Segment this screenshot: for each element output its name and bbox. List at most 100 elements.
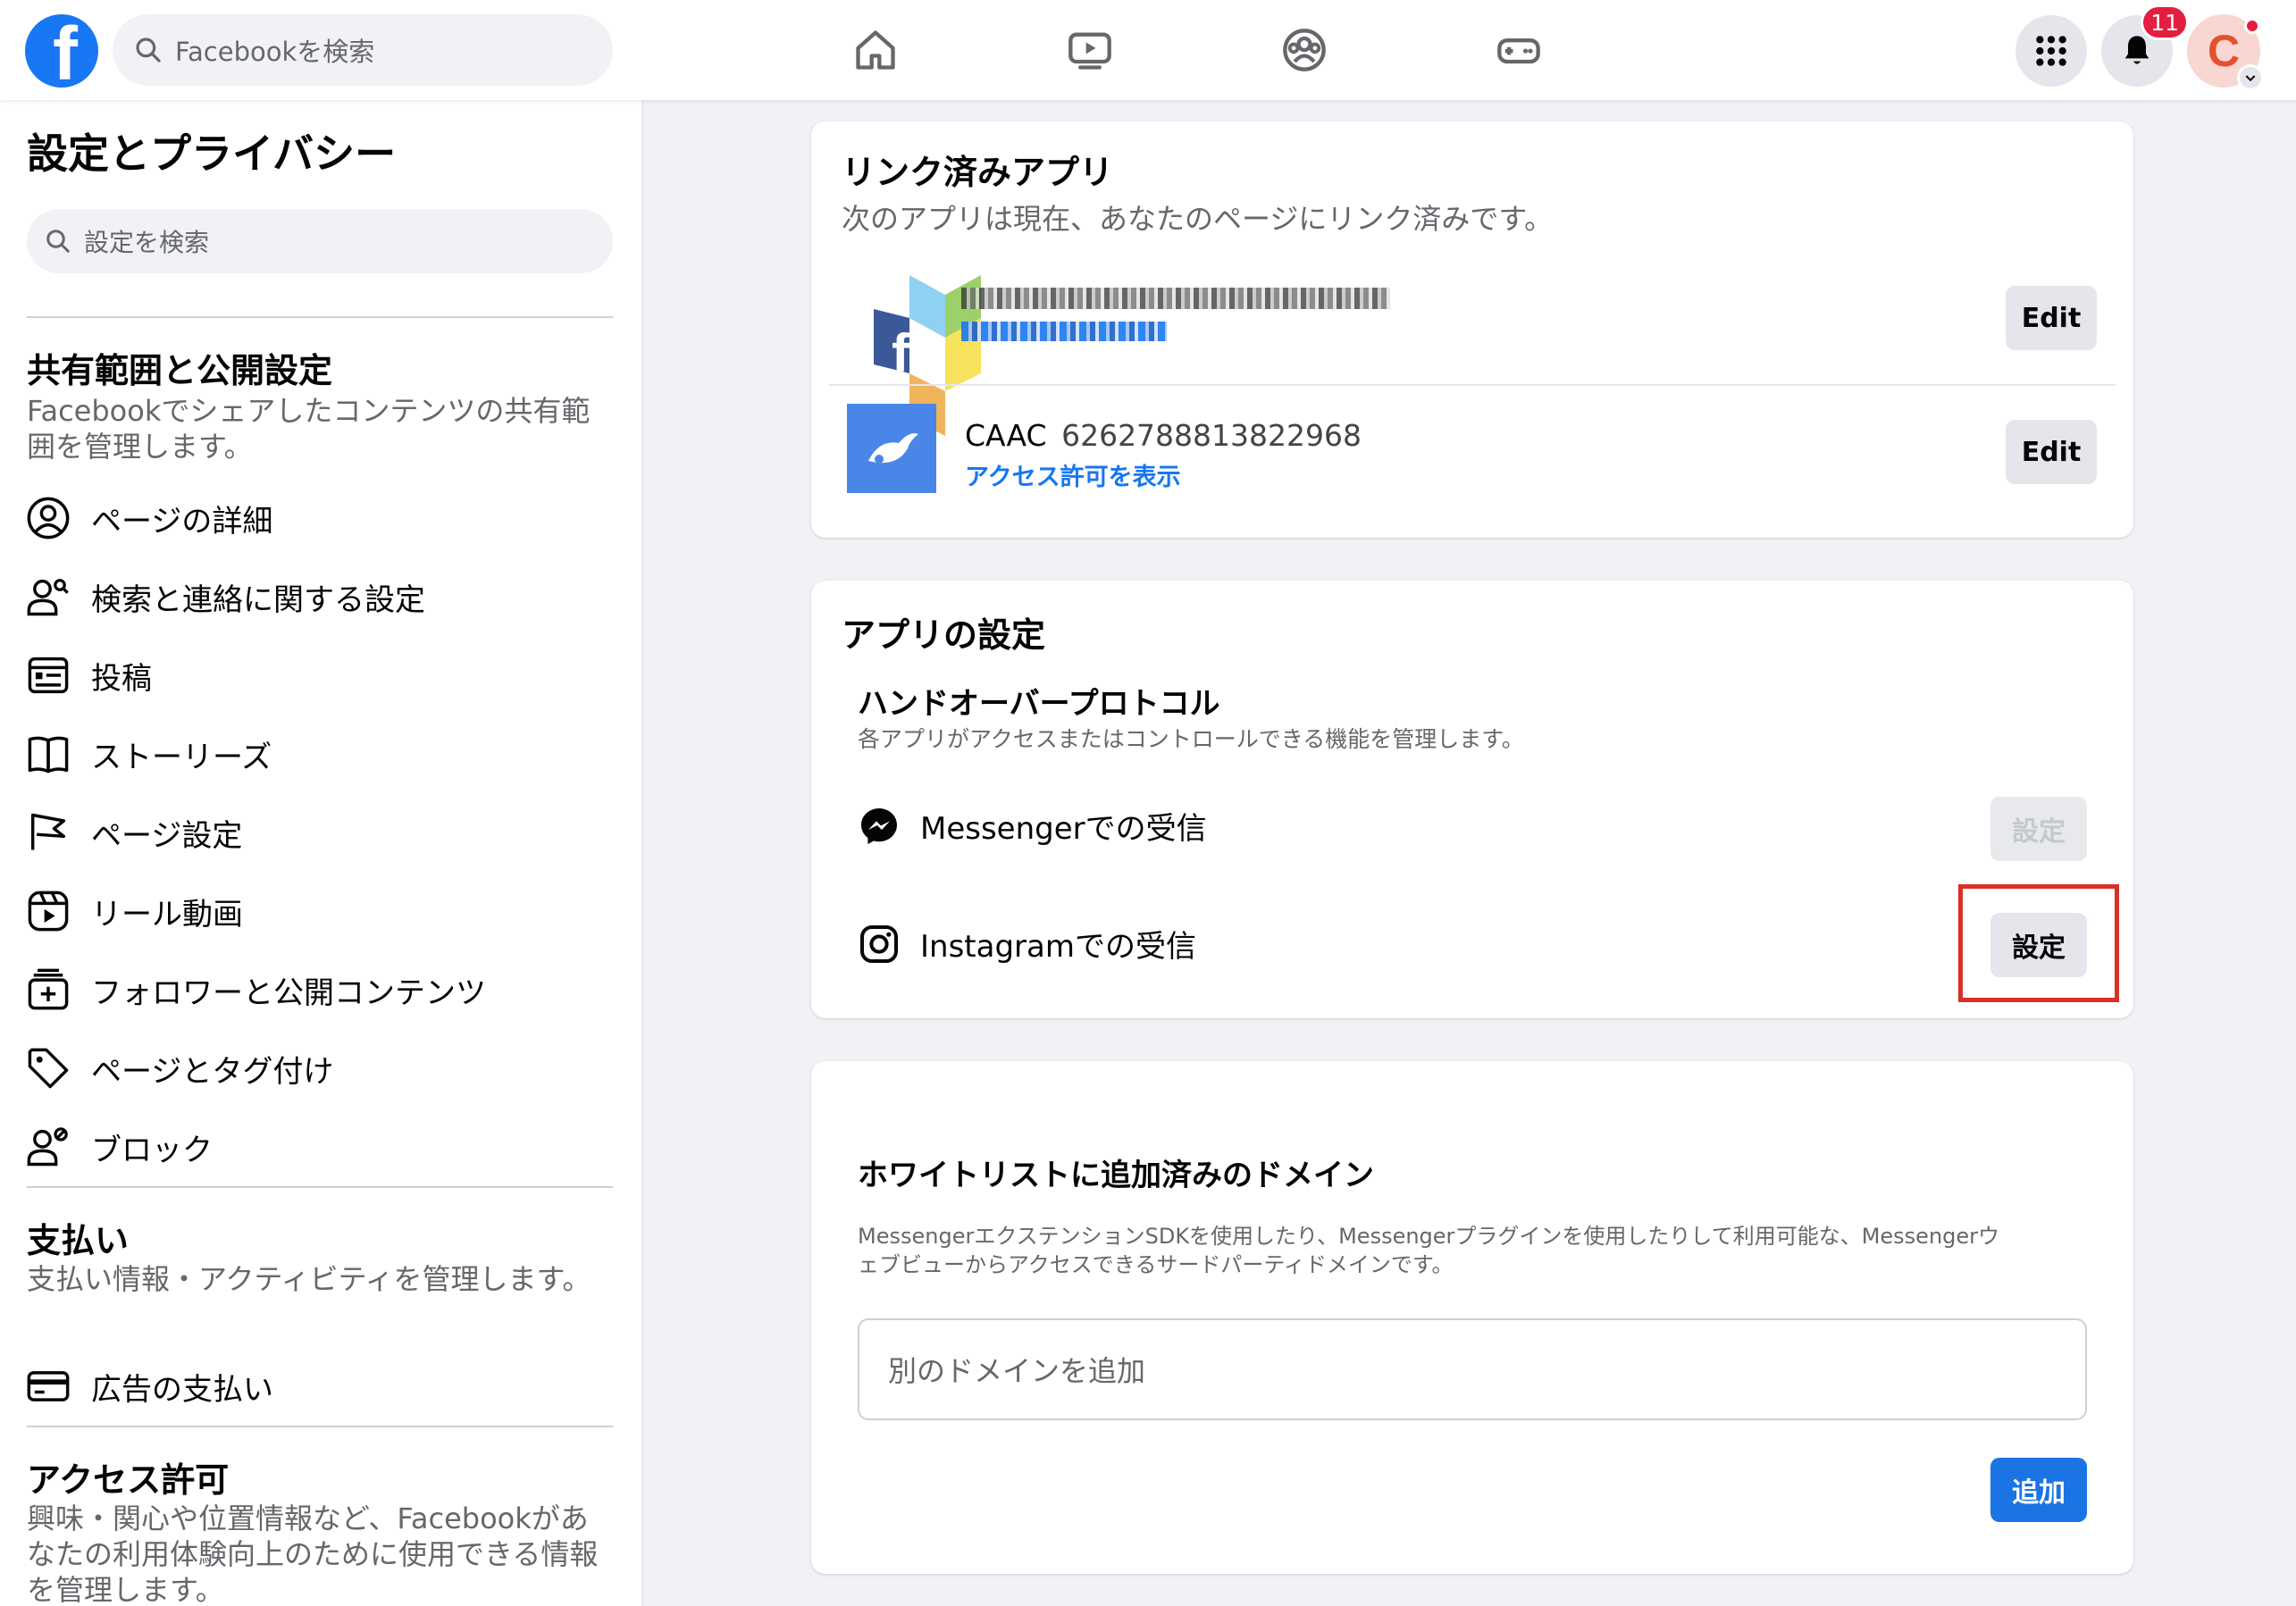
- domain-input[interactable]: 別のドメインを追加: [858, 1318, 2087, 1420]
- messenger-receive-label: Messengerでの受信: [920, 811, 1207, 847]
- gamepad-icon: [1497, 38, 1540, 64]
- sidebar-item-ad-payments[interactable]: 広告の支払い: [25, 1359, 273, 1413]
- sidebar-divider: [27, 1426, 613, 1427]
- section-title-audience: 共有範囲と公開設定: [27, 351, 333, 390]
- sidebar-item-label: 検索と連絡に関する設定: [91, 581, 425, 618]
- sidebar-item-label: フォロワーと公開コンテンツ: [91, 974, 486, 1011]
- whitelist-desc-line-1: MessengerエクステンションSDKを使用したり、Messengerプラグイ…: [858, 1224, 2000, 1249]
- video-icon: [1068, 32, 1111, 70]
- followers-box-icon: [28, 968, 69, 1010]
- add-domain-button[interactable]: 追加: [1990, 1458, 2087, 1522]
- messenger-receive-row: Messengerでの受信: [858, 804, 1207, 848]
- sidebar-item-stories[interactable]: ストーリーズ: [25, 727, 272, 781]
- domain-input-placeholder: 別のドメインを追加: [888, 1354, 1146, 1388]
- book-icon: [28, 736, 69, 774]
- instagram-icon: [860, 924, 898, 963]
- row-divider: [829, 384, 2116, 386]
- sidebar-item-followers[interactable]: フォロワーと公開コンテンツ: [25, 963, 486, 1016]
- caac-app-id: 6262788813822968: [1061, 418, 1362, 453]
- post-icon: [28, 657, 69, 694]
- app-link-redacted[interactable]: [961, 322, 1167, 341]
- nav-groups[interactable]: [1197, 18, 1412, 82]
- sidebar-divider: [27, 316, 613, 318]
- home-icon: [856, 30, 895, 70]
- main-nav-tabs: [768, 18, 1626, 82]
- facebook-search-placeholder: Facebookを検索: [175, 37, 375, 67]
- search-icon: [46, 230, 70, 253]
- notification-count-badge: 11: [2141, 4, 2189, 40]
- sidebar-item-label: ページとタグ付け: [91, 1053, 334, 1090]
- sidebar-item-tagging[interactable]: ページとタグ付け: [25, 1041, 333, 1095]
- nav-video[interactable]: [983, 18, 1197, 82]
- facebook-logo[interactable]: f: [25, 14, 98, 88]
- flag-icon: [30, 813, 66, 850]
- groups-icon: [1283, 29, 1326, 71]
- section-desc-audience: Facebookでシェアしたコンテンツの共有範囲を管理します。: [27, 394, 591, 464]
- sidebar-item-label: ページ設定: [91, 817, 243, 854]
- section-title-payments: 支払い: [27, 1221, 130, 1260]
- caac-app-title: CAAC 6262788813822968: [965, 418, 1362, 453]
- settings-search-input[interactable]: 設定を検索: [27, 209, 613, 273]
- user-circle-icon: [27, 497, 70, 540]
- edit-app-button[interactable]: Edit: [2006, 420, 2097, 484]
- sidebar-title: 設定とプライバシー: [27, 130, 397, 178]
- handover-protocol-title: ハンドオーバープロトコル: [858, 686, 1220, 722]
- section-title-permissions: アクセス許可: [27, 1460, 230, 1500]
- sidebar-item-blocking[interactable]: ブロック: [25, 1120, 213, 1174]
- app-settings-card: アプリの設定 ハンドオーバープロトコル 各アプリがアクセスまたはコントロールでき…: [811, 581, 2133, 1018]
- facebook-search-input[interactable]: Facebookを検索: [113, 14, 613, 86]
- sidebar-item-label: ページの詳細: [91, 503, 273, 540]
- settings-search-placeholder: 設定を検索: [84, 228, 210, 257]
- sidebar-item-label: 広告の支払い: [91, 1371, 273, 1408]
- sidebar-item-search-contact[interactable]: 検索と連絡に関する設定: [25, 570, 425, 623]
- section-desc-permissions: 興味・関心や位置情報など、Facebookがあなたの利用体験向上のために使用でき…: [27, 1501, 599, 1606]
- avatar-letter: C: [2207, 26, 2241, 76]
- user-block-icon: [27, 1127, 68, 1167]
- user-search-icon: [27, 579, 69, 616]
- sidebar-item-label: リール動画: [91, 896, 243, 933]
- bell-icon: [2124, 36, 2149, 64]
- topbar-right-actions: 11 C: [2015, 4, 2264, 91]
- sidebar-item-label: ストーリーズ: [91, 739, 272, 775]
- linked-apps-subtitle: 次のアプリは現在、あなたのページにリンク済みです。: [842, 202, 1554, 236]
- facebook-logo-letter: f: [53, 14, 78, 88]
- caac-app-name: CAAC: [965, 418, 1047, 453]
- instagram-settings-button[interactable]: 設定: [1990, 913, 2087, 977]
- whitelist-title: ホワイトリストに追加済みのドメイン: [858, 1158, 1374, 1193]
- search-icon: [136, 38, 161, 63]
- section-desc-payments: 支払い情報・アクティビティを管理します。: [27, 1262, 591, 1296]
- caac-app-logo: [847, 404, 936, 493]
- menu-button[interactable]: [2015, 15, 2087, 87]
- account-chevron[interactable]: [2237, 64, 2264, 91]
- handover-protocol-desc: 各アプリがアクセスまたはコントロールできる機能を管理します。: [858, 726, 1524, 752]
- sidebar-item-posts[interactable]: 投稿: [25, 648, 152, 702]
- messenger-icon: [861, 807, 897, 844]
- reels-icon: [28, 891, 69, 932]
- instagram-receive-row: Instagramでの受信: [858, 922, 1196, 966]
- edit-app-button[interactable]: Edit: [2006, 286, 2097, 350]
- whitelist-desc-line-2: ェブビューからアクセスできるサードパーティドメインです。: [858, 1252, 1454, 1277]
- instagram-receive-label: Instagramでの受信: [920, 929, 1196, 965]
- app-name-redacted: [961, 288, 1390, 309]
- nav-home[interactable]: [768, 18, 983, 82]
- svg-text:f: f: [892, 323, 910, 383]
- linked-apps-card: リンク済みアプリ 次のアプリは現在、あなたのページにリンク済みです。 f Edi…: [811, 121, 2133, 538]
- nav-gaming[interactable]: [1412, 18, 1626, 82]
- messenger-settings-button: 設定: [1990, 797, 2087, 861]
- grid-menu-icon: [2036, 36, 2066, 66]
- credit-card-icon: [27, 1371, 70, 1401]
- chevron-down-icon: [2245, 75, 2256, 82]
- sidebar-item-label: 投稿: [91, 660, 152, 697]
- account-avatar[interactable]: C: [2187, 14, 2264, 91]
- whitelisted-domains-card: ホワイトリストに追加済みのドメイン MessengerエクステンションSDKを使…: [811, 1061, 2133, 1574]
- sidebar-item-page-settings[interactable]: ページ設定: [25, 806, 242, 859]
- notifications-button[interactable]: 11: [2101, 4, 2189, 87]
- sidebar-item-page-details[interactable]: ページの詳細: [25, 491, 272, 545]
- avatar-status-dot: [2244, 18, 2260, 34]
- app-settings-title: アプリの設定: [842, 615, 1046, 655]
- view-permissions-link[interactable]: アクセス許可を表示: [965, 457, 1181, 492]
- sidebar-item-reels[interactable]: リール動画: [25, 884, 243, 938]
- tag-icon: [28, 1048, 69, 1089]
- sidebar-divider: [27, 1186, 613, 1188]
- bird-logo-icon: [868, 433, 918, 464]
